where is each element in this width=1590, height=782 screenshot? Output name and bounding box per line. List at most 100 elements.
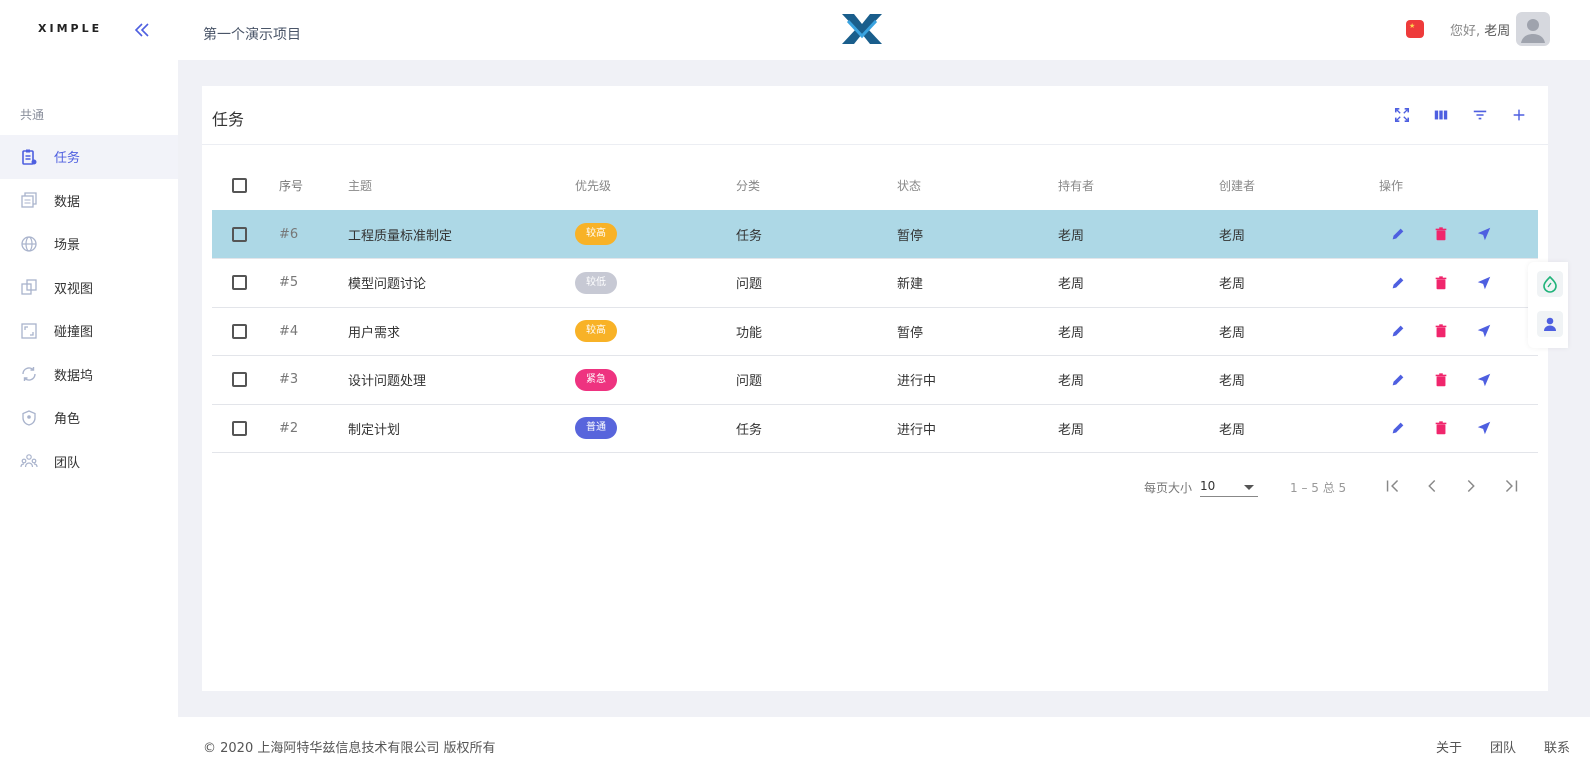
fullscreen-button[interactable] (1393, 106, 1411, 124)
footer-link-contact[interactable]: 联系 (1544, 737, 1570, 756)
feedback-button[interactable] (1537, 271, 1563, 297)
task-id: #5 (279, 258, 348, 308)
page-size-select[interactable]: 10 (1200, 475, 1258, 497)
priority-badge: 较高 (575, 223, 617, 245)
task-subject[interactable]: 设计问题处理 (348, 355, 575, 405)
filter-button[interactable] (1471, 106, 1489, 124)
globe-icon (20, 235, 38, 253)
priority-badge: 较低 (575, 271, 617, 294)
priority-cell: 较高 (575, 210, 736, 259)
row-checkbox[interactable] (232, 372, 247, 388)
footer-link-about[interactable]: 关于 (1436, 737, 1462, 756)
actions-cell (1379, 307, 1538, 356)
header-priority[interactable]: 优先级 (575, 161, 736, 210)
task-id: #6 (279, 210, 348, 259)
sidebar-item-dual-view[interactable]: 双视图 (0, 266, 178, 310)
send-button[interactable] (1475, 322, 1493, 340)
first-page-button[interactable] (1382, 475, 1404, 497)
table-row[interactable]: #2 制定计划 普通 任务 进行中 老周 老周 (212, 404, 1538, 453)
language-flag-button[interactable]: ★ (1406, 20, 1424, 38)
sidebar-item-data[interactable]: 数据 (0, 179, 178, 223)
sidebar-item-data-dock[interactable]: 数据坞 (0, 353, 178, 397)
top-header: 第一个演示项目 ★ 您好, 老周 (178, 0, 1590, 60)
pencil-icon (1392, 325, 1404, 337)
fullscreen-icon (1394, 107, 1410, 123)
last-page-button[interactable] (1500, 475, 1522, 497)
delete-button[interactable] (1432, 322, 1450, 340)
header-actions: 操作 (1379, 179, 1404, 193)
table-row[interactable]: #3 设计问题处理 紧急 问题 进行中 老周 老周 (212, 355, 1538, 405)
edit-button[interactable] (1389, 419, 1407, 437)
sidebar-item-label: 数据 (54, 194, 81, 210)
sidebar-item-label: 场景 (54, 238, 81, 254)
delete-button[interactable] (1432, 371, 1450, 389)
profile-shortcut-button[interactable] (1537, 311, 1563, 337)
table-row[interactable]: #4 用户需求 较高 功能 暂停 老周 老周 (212, 307, 1538, 356)
send-button[interactable] (1475, 371, 1493, 389)
row-checkbox[interactable] (232, 420, 247, 436)
delete-button[interactable] (1432, 419, 1450, 437)
task-category: 任务 (736, 210, 897, 259)
row-checkbox[interactable] (232, 323, 247, 339)
sidebar-item-label: 任务 (54, 151, 81, 167)
header-subject[interactable]: 主题 (348, 161, 575, 210)
task-subject[interactable]: 工程质量标准制定 (348, 210, 575, 259)
send-button[interactable] (1475, 274, 1493, 292)
sidebar-item-collision[interactable]: 碰撞图 (0, 309, 178, 353)
sidebar-item-label: 双视图 (54, 281, 94, 297)
priority-cell: 较高 (575, 307, 736, 356)
header-creator[interactable]: 创建者 (1219, 161, 1379, 210)
sidebar-item-team[interactable]: 团队 (0, 440, 178, 484)
edit-button[interactable] (1389, 225, 1407, 243)
collapse-sidebar-button[interactable] (130, 18, 154, 42)
actions-cell (1379, 258, 1538, 308)
sidebar-item-label: 碰撞图 (54, 325, 94, 341)
priority-cell: 紧急 (575, 355, 736, 405)
next-page-button[interactable] (1460, 475, 1482, 497)
row-select-cell (212, 258, 279, 308)
sidebar-section-title: 共通 (20, 108, 45, 122)
header-category[interactable]: 分类 (736, 161, 897, 210)
edit-button[interactable] (1389, 274, 1407, 292)
task-creator: 老周 (1219, 258, 1379, 308)
send-button[interactable] (1475, 225, 1493, 243)
edit-button[interactable] (1389, 371, 1407, 389)
table-row[interactable]: #5 模型问题讨论 较低 问题 新建 老周 老周 (212, 258, 1538, 308)
send-button[interactable] (1475, 419, 1493, 437)
footer-link-team[interactable]: 团队 (1490, 737, 1516, 756)
task-subject[interactable]: 制定计划 (348, 404, 575, 453)
sidebar-item-scenes[interactable]: 场景 (0, 222, 178, 266)
task-subject[interactable]: 模型问题讨论 (348, 258, 575, 308)
row-checkbox[interactable] (232, 226, 247, 242)
table-header-row: 序号 主题 优先级 分类 状态 持有者 创建者 操作 (212, 161, 1538, 210)
delete-button[interactable] (1432, 225, 1450, 243)
task-owner: 老周 (1058, 307, 1219, 356)
navigation-arrow-icon (1477, 422, 1491, 435)
trash-icon (1435, 227, 1447, 241)
add-task-button[interactable] (1510, 106, 1528, 124)
header-status[interactable]: 状态 (897, 161, 1058, 210)
header-owner[interactable]: 持有者 (1058, 161, 1219, 210)
sidebar-item-roles[interactable]: 角色 (0, 396, 178, 440)
priority-cell: 普通 (575, 404, 736, 453)
edit-button[interactable] (1389, 322, 1407, 340)
task-subject[interactable]: 用户需求 (348, 307, 575, 356)
prev-page-button[interactable] (1421, 475, 1443, 497)
task-status: 进行中 (897, 355, 1058, 405)
dual-view-icon (20, 278, 38, 296)
select-all-checkbox[interactable] (232, 178, 247, 193)
task-status: 暂停 (897, 210, 1058, 259)
pencil-icon (1392, 374, 1404, 386)
delete-button[interactable] (1432, 274, 1450, 292)
avatar[interactable] (1516, 12, 1550, 46)
sidebar-item-label: 团队 (54, 455, 81, 471)
row-checkbox[interactable] (232, 275, 247, 291)
sidebar-item-tasks[interactable]: 任务 (0, 135, 178, 179)
star-icon: ★ (1409, 22, 1416, 30)
priority-badge: 较高 (575, 320, 617, 343)
columns-button[interactable] (1432, 106, 1450, 124)
sidebar-item-label: 角色 (54, 412, 81, 428)
table-row[interactable]: #6 工程质量标准制定 较高 任务 暂停 老周 老周 (212, 210, 1538, 259)
project-title: 第一个演示项目 (203, 27, 301, 43)
header-id[interactable]: 序号 (279, 161, 348, 210)
